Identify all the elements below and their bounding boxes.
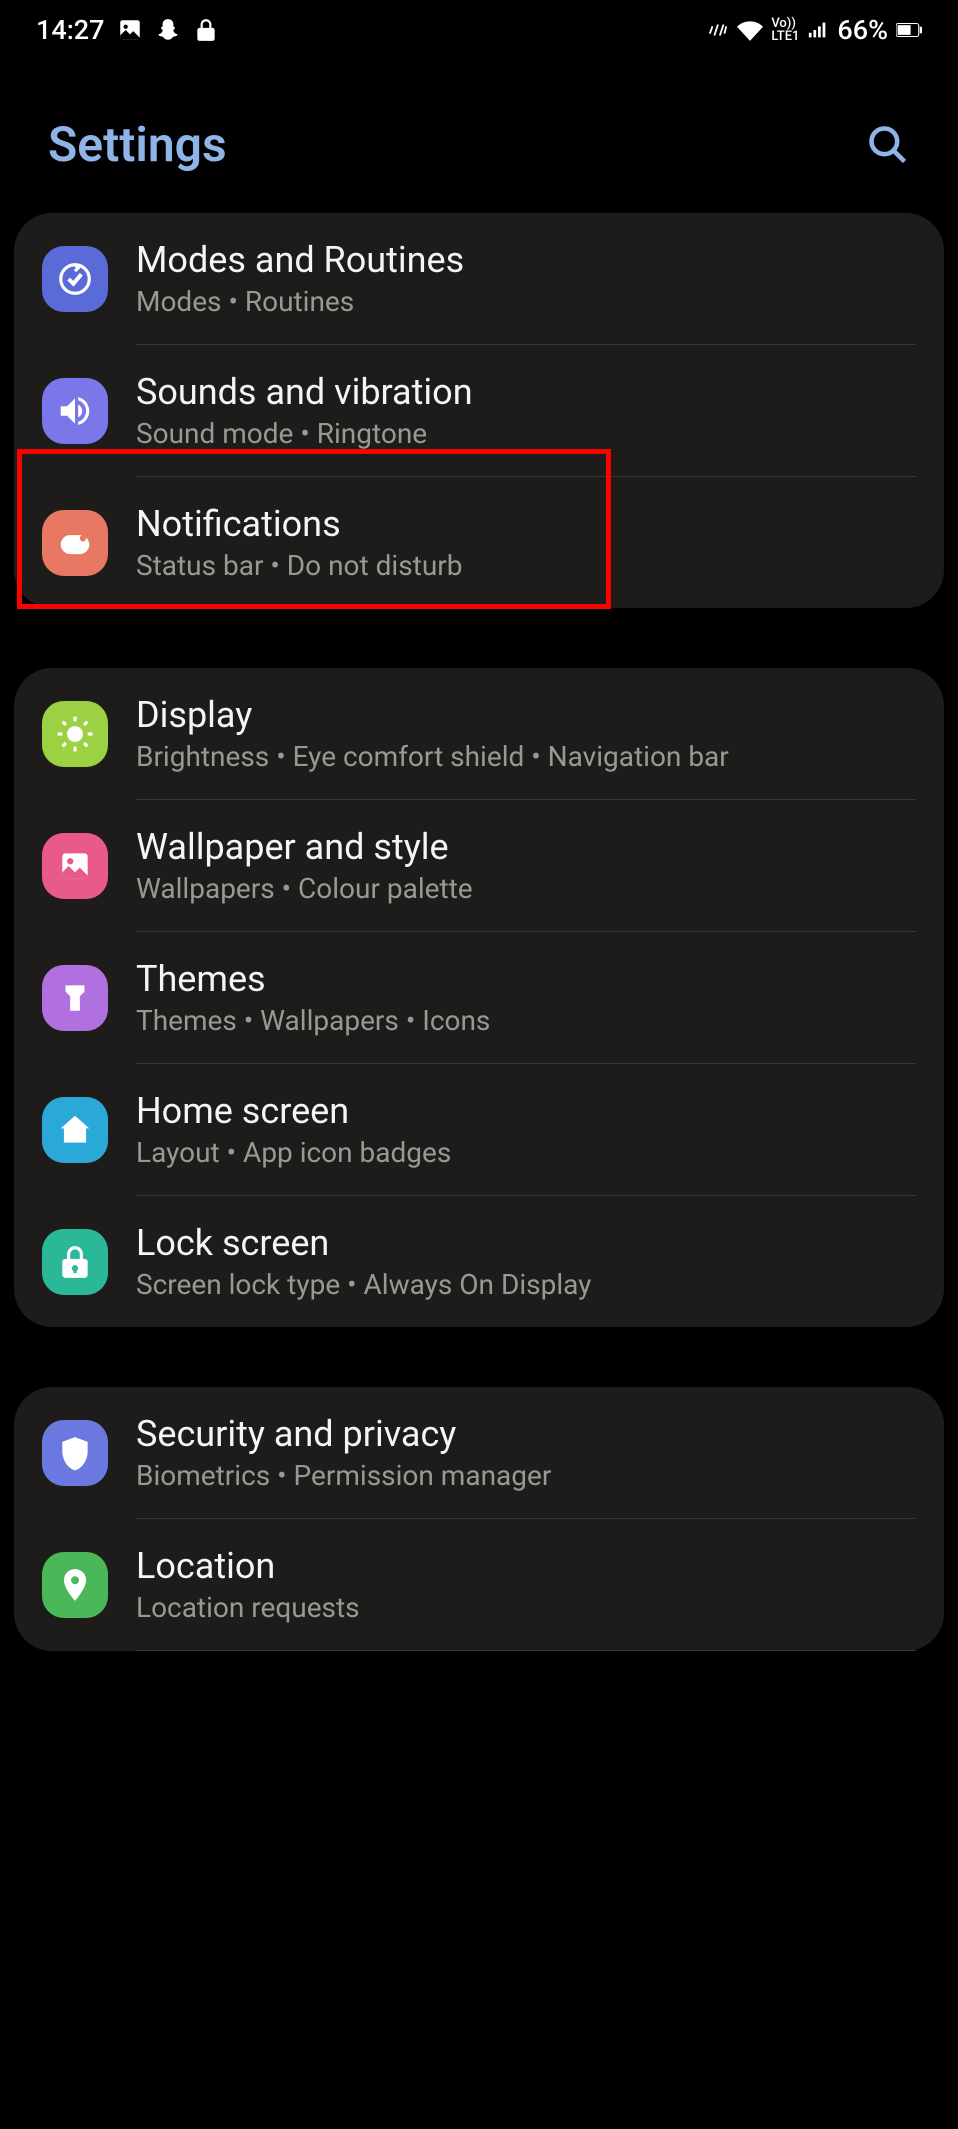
modes-routines-icon [42, 246, 108, 312]
settings-item-themes[interactable]: Themes Themes • Wallpapers • Icons [14, 932, 944, 1063]
item-title: Lock screen [136, 1222, 916, 1264]
item-content: Display Brightness • Eye comfort shield … [136, 694, 916, 773]
item-title: Location [136, 1545, 916, 1587]
lock-icon [193, 17, 219, 43]
settings-item-display[interactable]: Display Brightness • Eye comfort shield … [14, 668, 944, 799]
settings-section-1: Modes and Routines Modes • Routines Soun… [14, 213, 944, 608]
settings-section-2: Display Brightness • Eye comfort shield … [14, 668, 944, 1327]
settings-item-notifications[interactable]: Notifications Status bar • Do not distur… [14, 477, 944, 608]
item-subtitle: Brightness • Eye comfort shield • Naviga… [136, 740, 916, 773]
page-title: Settings [48, 116, 227, 173]
item-content: Themes Themes • Wallpapers • Icons [136, 958, 916, 1037]
item-title: Notifications [136, 503, 916, 545]
search-icon[interactable] [866, 123, 910, 167]
location-icon [42, 1552, 108, 1618]
item-subtitle: Biometrics • Permission manager [136, 1459, 916, 1492]
item-subtitle: Wallpapers • Colour palette [136, 872, 916, 905]
settings-section-3: Security and privacy Biometrics • Permis… [14, 1387, 944, 1651]
item-content: Security and privacy Biometrics • Permis… [136, 1413, 916, 1492]
battery-percent: 66% [837, 14, 888, 46]
item-subtitle: Status bar • Do not disturb [136, 549, 916, 582]
settings-item-security-privacy[interactable]: Security and privacy Biometrics • Permis… [14, 1387, 944, 1518]
item-content: Lock screen Screen lock type • Always On… [136, 1222, 916, 1301]
sounds-icon [42, 378, 108, 444]
item-content: Notifications Status bar • Do not distur… [136, 503, 916, 582]
item-content: Home screen Layout • App icon badges [136, 1090, 916, 1169]
item-title: Sounds and vibration [136, 371, 916, 413]
home-screen-icon [42, 1097, 108, 1163]
status-bar: 14:27 Vo))LTE1 66% [0, 0, 958, 56]
item-content: Sounds and vibration Sound mode • Ringto… [136, 371, 916, 450]
item-title: Themes [136, 958, 916, 1000]
lte-indicator: Vo))LTE1 [771, 17, 799, 43]
lock-screen-icon [42, 1229, 108, 1295]
settings-item-sounds-vibration[interactable]: Sounds and vibration Sound mode • Ringto… [14, 345, 944, 476]
notifications-icon [42, 510, 108, 576]
item-subtitle: Modes • Routines [136, 285, 916, 318]
wallpaper-icon [42, 833, 108, 899]
item-content: Wallpaper and style Wallpapers • Colour … [136, 826, 916, 905]
security-icon [42, 1420, 108, 1486]
signal-icon [807, 17, 829, 43]
wifi-icon [737, 17, 763, 43]
vibrate-icon [707, 19, 729, 41]
status-left: 14:27 [36, 14, 219, 46]
status-right: Vo))LTE1 66% [707, 14, 922, 46]
item-subtitle: Layout • App icon badges [136, 1136, 916, 1169]
item-subtitle: Location requests [136, 1591, 916, 1624]
item-title: Display [136, 694, 916, 736]
item-title: Home screen [136, 1090, 916, 1132]
settings-item-wallpaper[interactable]: Wallpaper and style Wallpapers • Colour … [14, 800, 944, 931]
item-content: Modes and Routines Modes • Routines [136, 239, 916, 318]
item-content: Location Location requests [136, 1545, 916, 1624]
settings-item-lock-screen[interactable]: Lock screen Screen lock type • Always On… [14, 1196, 944, 1327]
display-icon [42, 701, 108, 767]
battery-icon [896, 22, 922, 38]
divider [136, 1650, 916, 1651]
item-title: Modes and Routines [136, 239, 916, 281]
page-header: Settings [0, 56, 958, 213]
item-subtitle: Sound mode • Ringtone [136, 417, 916, 450]
settings-item-home-screen[interactable]: Home screen Layout • App icon badges [14, 1064, 944, 1195]
item-title: Security and privacy [136, 1413, 916, 1455]
settings-item-location[interactable]: Location Location requests [14, 1519, 944, 1650]
item-title: Wallpaper and style [136, 826, 916, 868]
status-time: 14:27 [36, 14, 105, 46]
settings-item-modes-routines[interactable]: Modes and Routines Modes • Routines [14, 213, 944, 344]
item-subtitle: Themes • Wallpapers • Icons [136, 1004, 916, 1037]
snapchat-icon [155, 17, 181, 43]
item-subtitle: Screen lock type • Always On Display [136, 1268, 916, 1301]
gallery-icon [117, 17, 143, 43]
themes-icon [42, 965, 108, 1031]
